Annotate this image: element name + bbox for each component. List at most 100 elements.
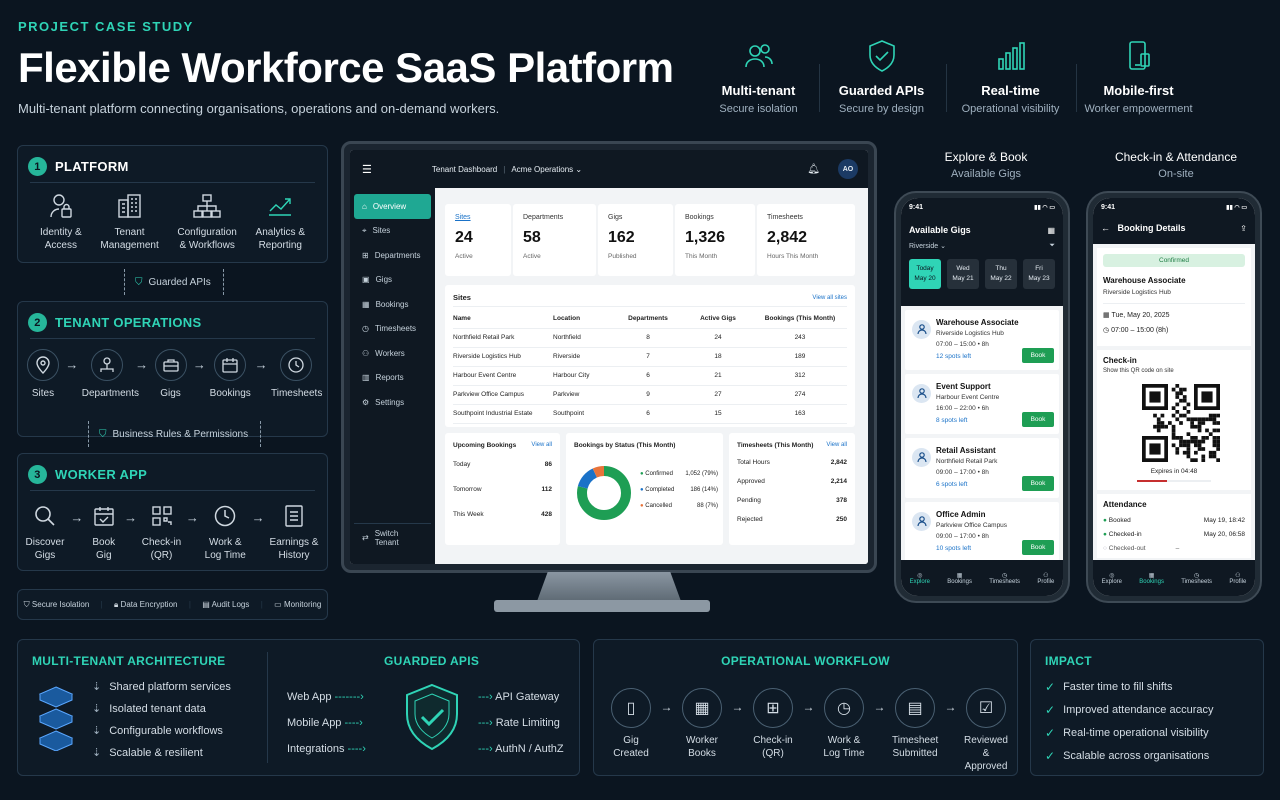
qr-finder (1201, 391, 1213, 403)
gig-card[interactable]: Event Support Harbour Event Centre 16:00 –… (905, 374, 1059, 434)
feature-title: Multi-tenant (721, 83, 796, 98)
table-row[interactable]: Southpoint Industrial Estate Southpoint 6 1… (453, 404, 847, 424)
nav-profile[interactable]: ⚇ Profile (1229, 572, 1246, 585)
book-button[interactable]: Book (1022, 476, 1054, 491)
view-all-sites-link[interactable]: View all sites (812, 295, 847, 301)
date-chip[interactable]: Fri May 23 (1023, 259, 1055, 289)
nav-bookings[interactable]: ▦ Bookings (1139, 572, 1164, 585)
qr-module (1216, 413, 1220, 418)
qr-module (1182, 450, 1187, 455)
table-row[interactable]: Harbour Event Centre Harbour City 6 21 312 (453, 366, 847, 386)
sidebar-item-reports[interactable]: ▥ Reports (354, 366, 431, 391)
kpi-departments[interactable]: Departments 58 Active (513, 204, 596, 276)
phone-bottom-nav: ◎ Explore ▦ Bookings ◷ Timesheets ⚇ Profile (1093, 560, 1255, 596)
gig-card[interactable]: Warehouse Associate Riverside Logistics H… (905, 310, 1059, 370)
user-icon: ⚇ (1043, 572, 1049, 579)
qr-module (1186, 450, 1191, 455)
api-feature: ‐‐‐› API Gateway (478, 691, 560, 703)
back-arrow-icon[interactable]: ← (1101, 223, 1110, 233)
kpi-gigs[interactable]: Gigs 162 Published (598, 204, 673, 276)
list-item: ✓ Real-time operational visibility (1045, 726, 1209, 740)
qr-module (1175, 402, 1180, 407)
phone-screen: 9:41 ▮▮ ◠ ▭ Available Gigs ▦ Riverside ⌄ ⏷ … (901, 198, 1063, 596)
qr-finder (1149, 443, 1161, 455)
lock-user-icon (40, 192, 82, 220)
date-chip[interactable]: Thu May 22 (985, 259, 1017, 289)
list-item: ⇣ Scalable & resilient (92, 746, 203, 760)
bell-icon[interactable]: 🔔︎ (807, 164, 820, 175)
list-item: ✓ Faster time to fill shifts (1045, 680, 1173, 694)
section-header: 3 WORKER APP (28, 465, 147, 484)
home-icon: ⌂ (362, 201, 367, 211)
table-cell: 163 (753, 404, 847, 424)
nav-timesheets[interactable]: ◷ Timesheets (989, 572, 1020, 585)
phone-explore: 9:41 ▮▮ ◠ ▭ Available Gigs ▦ Riverside ⌄ ⏷ … (894, 191, 1070, 603)
switch-tenant-button[interactable]: ⇄ Switch Tenant (354, 526, 431, 551)
qr-module (1175, 417, 1180, 422)
qr-module (1175, 410, 1180, 414)
step-number: 1 (28, 157, 47, 176)
book-button[interactable]: Book (1022, 540, 1054, 555)
filter-icon[interactable]: ⏷ (1049, 242, 1055, 250)
qr-module (1182, 439, 1187, 444)
sidebar-item-gigs[interactable]: ▣ Gigs (354, 268, 431, 293)
list-item: ✓ Improved attendance accuracy (1045, 703, 1214, 717)
kpi-bookings[interactable]: Bookings 1,326 This Month (675, 204, 755, 276)
worker-book: Book Gig (88, 502, 120, 562)
sidebar-item-sites[interactable]: ⌖ Sites (354, 219, 431, 244)
kpi-sites[interactable]: Sites 24 Active (445, 204, 511, 276)
sidebar-item-bookings[interactable]: ▦ Bookings (354, 292, 431, 317)
table-row[interactable]: Northfield Retail Park Northfield 8 24 243 (453, 328, 847, 348)
arrow-icon: → (944, 700, 957, 714)
feature-sub: Secure isolation (719, 103, 798, 115)
workflow-step: ▤ Timesheet Submitted (892, 688, 938, 760)
view-all-link[interactable]: View all (826, 442, 847, 449)
qr-module (1208, 450, 1213, 455)
kpi-timesheets[interactable]: Timesheets 2,842 Hours This Month (757, 204, 855, 276)
location-filter[interactable]: Riverside ⌄ (909, 242, 946, 250)
sidebar-item-departments[interactable]: ⊞ Departments (354, 243, 431, 268)
menu-icon[interactable]: ☰ (362, 163, 372, 176)
nav-profile[interactable]: ⚇ Profile (1037, 572, 1054, 585)
table-cell: 24 (683, 328, 753, 348)
gig-card[interactable]: Retail Assistant Northfield Retail Park 09… (905, 438, 1059, 498)
dashboard-topbar: ☰ Tenant Dashboard | Acme Operations ⌄ 🔔… (350, 150, 868, 188)
view-all-link[interactable]: View all (531, 442, 552, 449)
date-chip[interactable]: Today May 20 (909, 259, 941, 289)
avatar[interactable]: AO (838, 159, 858, 179)
sidebar-item-settings[interactable]: ⚙ Settings (354, 390, 431, 415)
qr-module (1182, 413, 1187, 418)
date-chip[interactable]: Wed May 21 (947, 259, 979, 289)
shield-check-icon (819, 38, 944, 74)
sidebar-item-overview[interactable]: ⌂ Overview (354, 194, 431, 219)
qr-module (1201, 421, 1206, 425)
gig-card[interactable]: Office Admin Parkview Office Campus 09:00 … (905, 502, 1059, 562)
sidebar-item-workers[interactable]: ⚇ Workers (354, 341, 431, 366)
platform-tenant: Tenant Management (100, 192, 159, 252)
calendar-icon[interactable]: ▦ (1047, 226, 1055, 235)
share-icon[interactable]: ⇪ (1240, 224, 1247, 233)
qr-module (1194, 450, 1198, 455)
arch-apis-panel: MULTI-TENANT ARCHITECTURE ⇣ Shared platfo… (17, 639, 580, 776)
list-item: Total Hours 2,842 (737, 459, 847, 466)
book-button[interactable]: Book (1022, 348, 1054, 363)
tenant-selector[interactable]: Acme Operations ⌄ (511, 165, 582, 174)
api-client: Web App ‐‐‐‐‐‐‐› (287, 691, 364, 703)
table-row[interactable]: Riverside Logistics Hub Riverside 7 18 189 (453, 347, 847, 367)
nav-explore[interactable]: ◎ Explore (1102, 572, 1122, 585)
table-cell: 18 (683, 347, 753, 367)
briefcase-icon (154, 349, 187, 381)
nav-timesheets[interactable]: ◷ Timesheets (1181, 572, 1212, 585)
check-icon: ✓ (1045, 749, 1056, 763)
legend-completed: ● Completed 186 (14%) (640, 487, 718, 493)
page-subtitle: Multi-tenant platform connecting organis… (18, 101, 500, 116)
user-icon: ⚇ (1235, 572, 1241, 579)
nav-bookings[interactable]: ▦ Bookings (947, 572, 972, 585)
phone-screen: 9:41 ▮▮ ◠ ▭ ← Booking Details ⇪ Confirmed … (1093, 198, 1255, 596)
table-row[interactable]: Parkview Office Campus Parkview 9 27 274 (453, 385, 847, 405)
nav-explore[interactable]: ◎ Explore (910, 572, 930, 585)
qr-module (1156, 417, 1161, 422)
book-button[interactable]: Book (1022, 412, 1054, 427)
qr-module (1216, 436, 1220, 440)
sidebar-item-timesheets[interactable]: ◷ Timesheets (354, 317, 431, 342)
